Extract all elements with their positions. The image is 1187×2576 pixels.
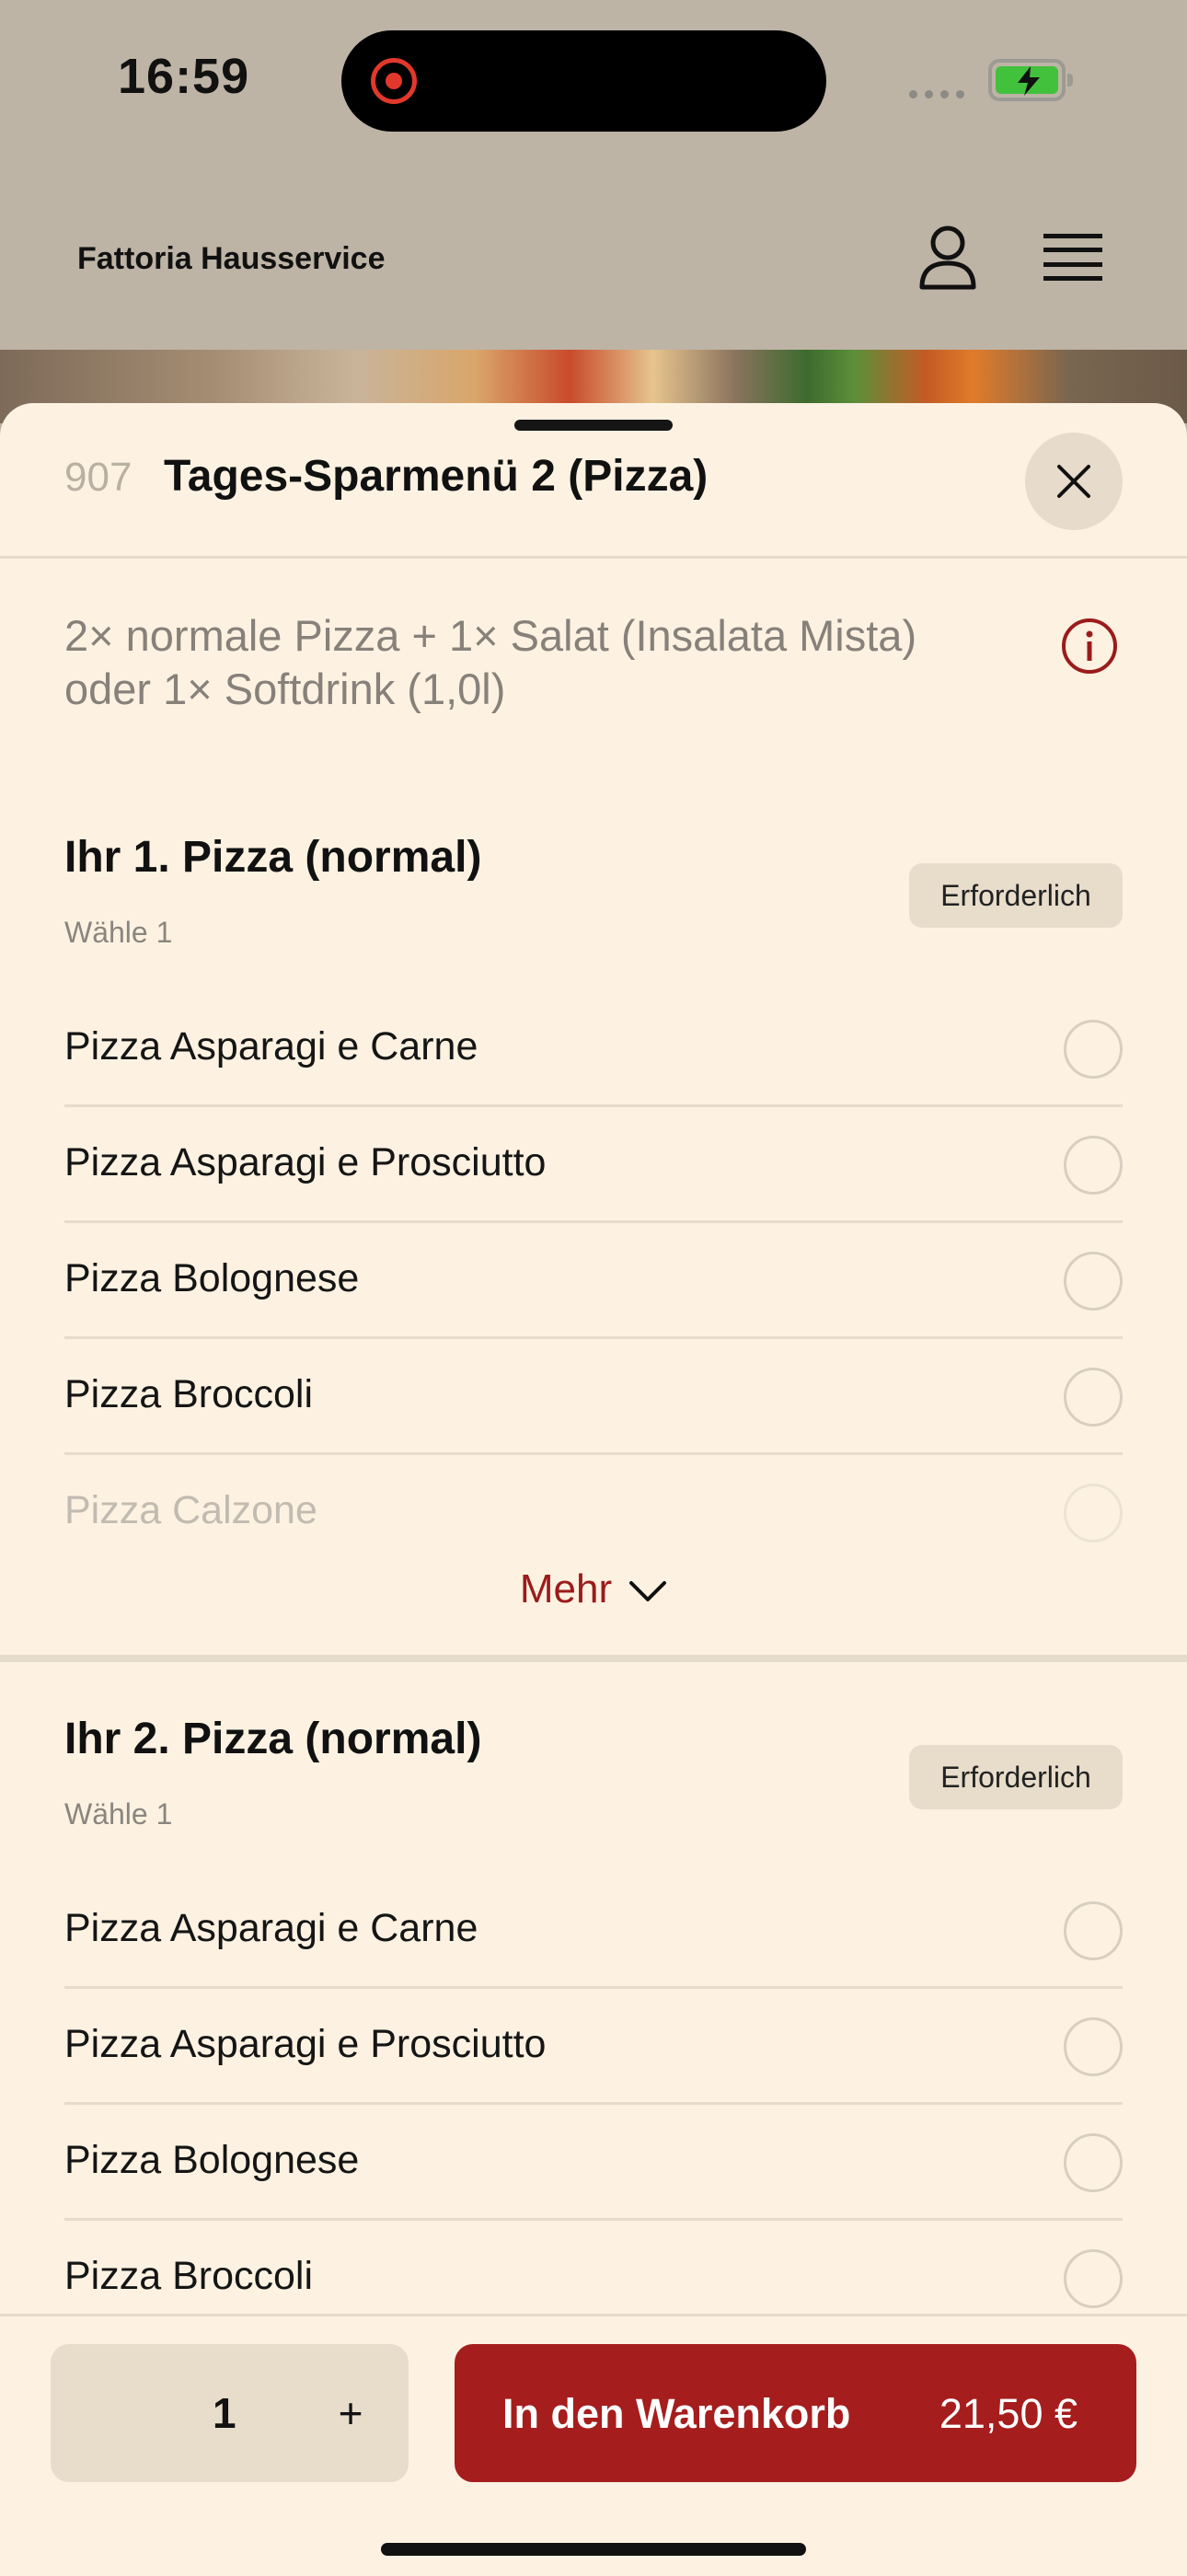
item-title: Tages-Sparmenü 2 (Pizza) [164,452,709,501]
radio-button[interactable] [1064,2249,1123,2308]
info-button[interactable] [1060,617,1119,676]
quantity-stepper[interactable]: 1 + [51,2344,409,2482]
item-number: 907 [64,455,133,500]
more-label: Mehr [519,1566,613,1611]
recording-icon [371,58,417,104]
radio-button[interactable] [1064,1020,1123,1079]
option-row[interactable]: Pizza Asparagi e Prosciutto [64,1107,1123,1223]
account-button[interactable] [911,221,985,295]
option-row[interactable]: Pizza Bolognese [64,2105,1123,2221]
option-label: Pizza Asparagi e Carne [64,1024,478,1069]
option-label: Pizza Asparagi e Prosciutto [64,2022,547,2066]
status-bar: 16:59 [0,0,1187,166]
option-label: Pizza Asparagi e Prosciutto [64,1140,547,1184]
radio-button[interactable] [1064,1368,1123,1427]
option-row[interactable]: Pizza Broccoli [64,1339,1123,1455]
option-label: Pizza Broccoli [64,1372,314,1416]
required-badge: Erforderlich [909,1745,1123,1809]
person-icon [919,225,976,290]
app-header: Fattoria Hausservice [0,166,1187,350]
group-subtitle: Wähle 1 [64,1797,173,1831]
radio-button[interactable] [1064,1901,1123,1960]
info-icon [1062,618,1117,674]
radio-button[interactable] [1064,2017,1123,2076]
home-indicator[interactable] [381,2543,806,2556]
option-label: Pizza Asparagi e Carne [64,1906,478,1950]
menu-button[interactable] [1040,228,1106,287]
group-title: Ihr 2. Pizza (normal) [64,1715,482,1763]
option-label: Pizza Calzone [64,1488,317,1532]
chevron-down-icon [629,1581,667,1602]
quantity-value: 1 [213,2389,236,2437]
option-row[interactable]: Pizza Asparagi e Carne [64,1873,1123,1989]
option-row[interactable]: Pizza Asparagi e Prosciutto [64,1989,1123,2105]
radio-button[interactable] [1064,1252,1123,1311]
option-row[interactable]: Pizza Calzone [64,1455,1123,1571]
option-label: Pizza Bolognese [64,2138,360,2182]
option-label: Pizza Broccoli [64,2254,314,2298]
item-detail-sheet: 907 Tages-Sparmenü 2 (Pizza) 2× normale … [0,403,1187,2573]
signal-icon [909,87,972,103]
option-row[interactable]: Pizza Asparagi e Carne [64,991,1123,1107]
hamburger-icon [1043,234,1102,281]
radio-button[interactable] [1064,1136,1123,1195]
group-subtitle: Wähle 1 [64,916,173,949]
option-row[interactable]: Pizza Bolognese [64,1223,1123,1339]
section-divider [0,1655,1187,1662]
add-to-cart-button[interactable]: In den Warenkorb 21,50 € [455,2344,1136,2482]
more-button[interactable]: Mehr [0,1566,1187,1612]
group-title: Ihr 1. Pizza (normal) [64,833,482,882]
close-button[interactable] [1025,433,1123,530]
battery-icon [988,59,1073,101]
bottom-action-bar: 1 + In den Warenkorb 21,50 € [0,2314,1187,2576]
increment-button[interactable]: + [323,2381,378,2445]
item-description: 2× normale Pizza + 1× Salat (Insalata Mi… [64,611,917,713]
add-to-cart-label: In den Warenkorb [502,2390,851,2437]
option-label: Pizza Bolognese [64,1256,360,1300]
total-price: 21,50 € [939,2390,1078,2437]
radio-button[interactable] [1064,2133,1123,2192]
radio-button[interactable] [1064,1484,1123,1542]
sheet-header: 907 Tages-Sparmenü 2 (Pizza) [0,403,1187,559]
dynamic-island [341,30,826,132]
status-time: 16:59 [118,49,250,104]
brand-name[interactable]: Fattoria Hausservice [77,241,386,277]
required-badge: Erforderlich [909,863,1123,928]
close-icon [1057,465,1090,498]
